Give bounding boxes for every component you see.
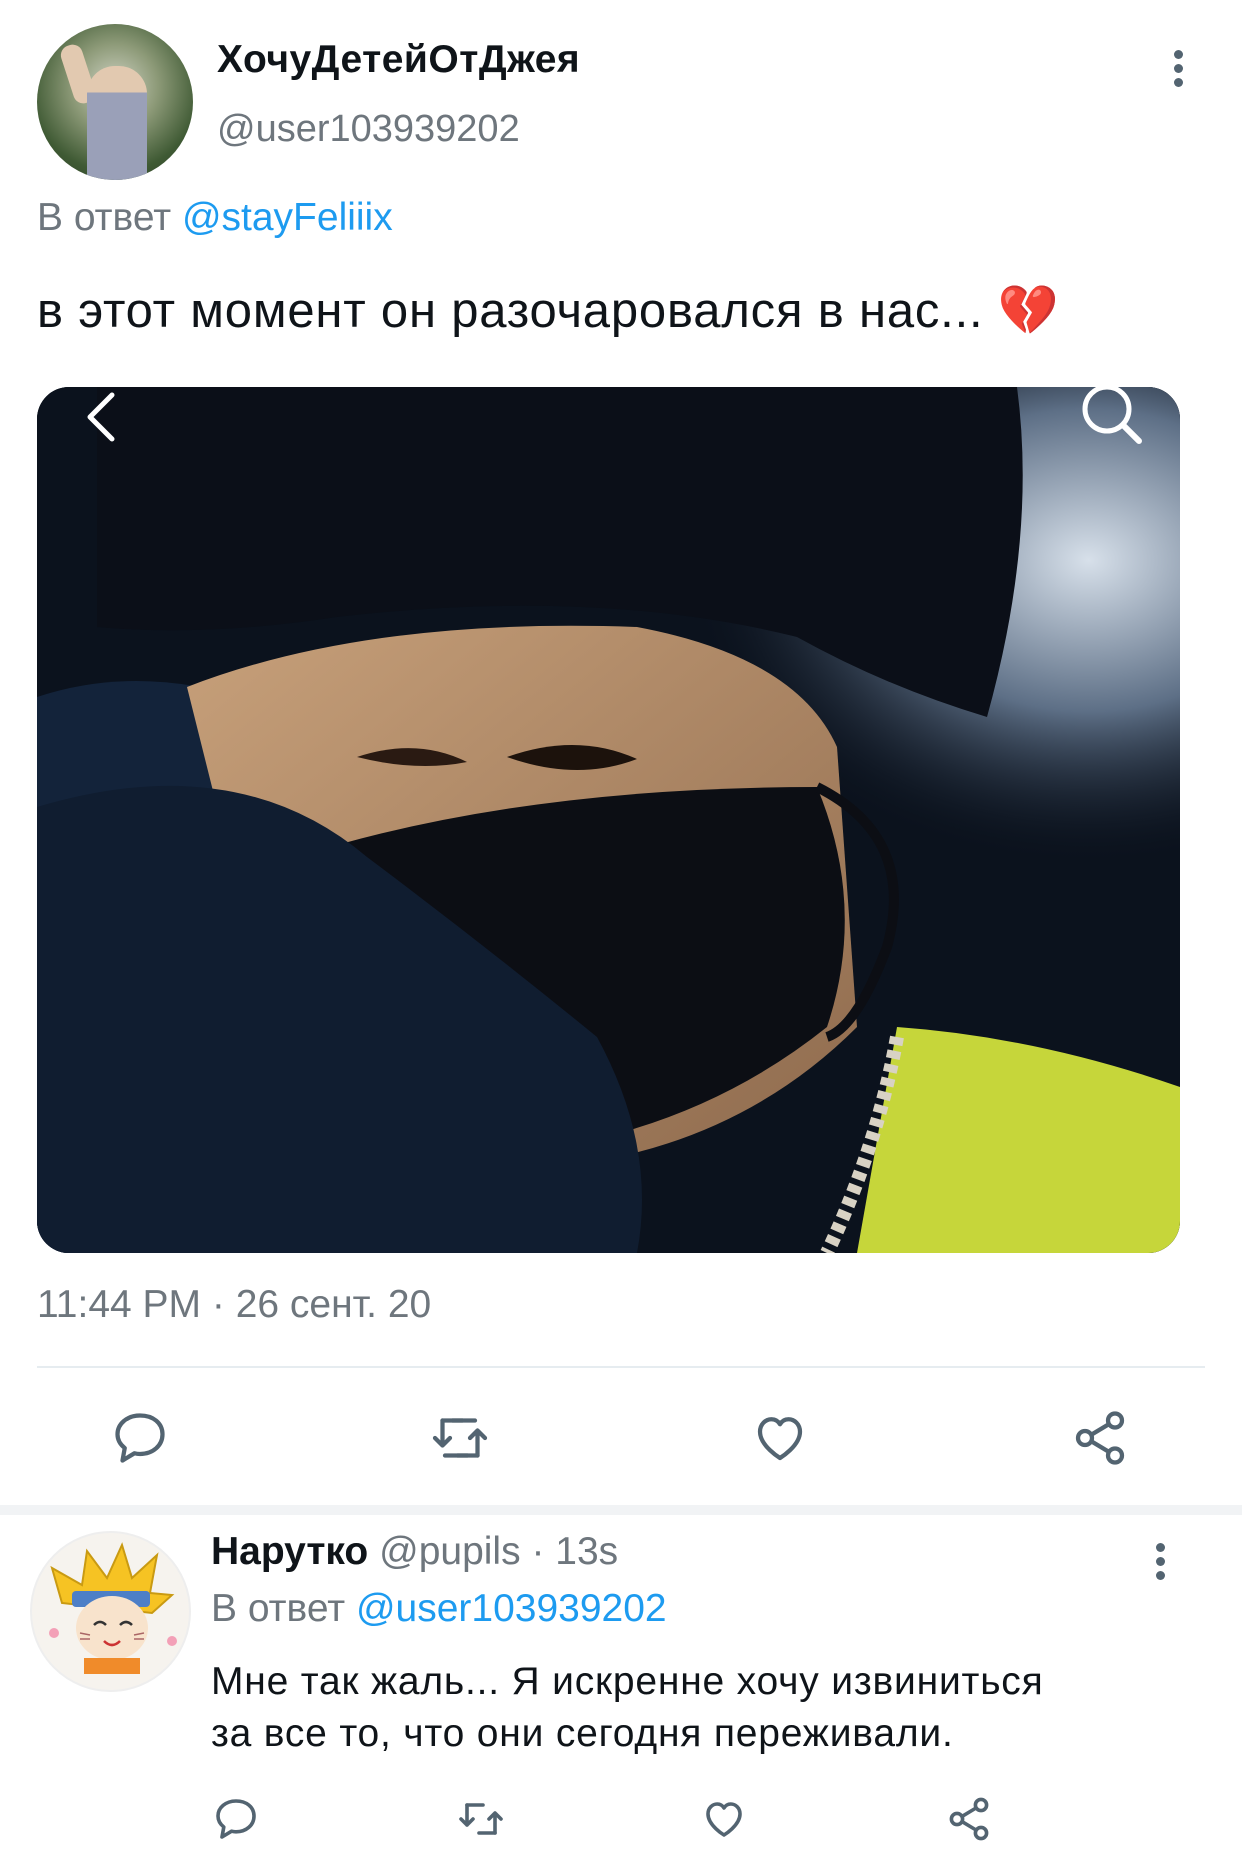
- reply-prefix: В ответ: [211, 1587, 346, 1630]
- tweet-text: в этот момент он разочаровался в нас... …: [37, 282, 1060, 339]
- avatar-photo-figure: [87, 66, 147, 180]
- reply-reply-icon[interactable]: [212, 1795, 260, 1843]
- reply-to-link[interactable]: @user103939202: [356, 1587, 667, 1630]
- reply-prefix: В ответ: [37, 196, 172, 239]
- reply-separator: ·: [531, 1530, 545, 1573]
- retweet-icon[interactable]: [428, 1408, 492, 1468]
- reply-more-options-icon[interactable]: [1140, 1538, 1180, 1598]
- reply-to-link[interactable]: @stayFeliiix: [182, 196, 393, 239]
- tweet-body: в этот момент он разочаровался в нас...: [37, 284, 998, 338]
- reply-display-name[interactable]: Нарутко: [211, 1530, 368, 1573]
- reply-text-line: за все то, что они сегодня переживали.: [211, 1712, 954, 1755]
- broken-heart-emoji: 💔: [997, 284, 1060, 338]
- tweet-media[interactable]: [37, 387, 1180, 1253]
- divider: [37, 1366, 1205, 1368]
- media-image: [37, 387, 1180, 1253]
- more-options-icon[interactable]: [1158, 45, 1198, 105]
- section-divider: [0, 1505, 1242, 1515]
- reply-context: В ответ @stayFeliiix: [37, 196, 393, 240]
- reply-retweet-icon[interactable]: [455, 1795, 507, 1843]
- reply-share-icon[interactable]: [945, 1795, 993, 1843]
- reply-header: Нарутко @pupils · 13s: [211, 1530, 618, 1574]
- search-icon[interactable]: [1077, 387, 1147, 447]
- reply-text-line: Мне так жаль... Я искренне хочу извинить…: [211, 1660, 1044, 1703]
- share-icon[interactable]: [1070, 1408, 1130, 1468]
- naruto-drawing: [49, 1542, 177, 1674]
- reply-like-icon[interactable]: [700, 1795, 748, 1843]
- display-name[interactable]: ХочуДетейОтДжея: [217, 38, 580, 82]
- reply-text: Мне так жаль... Я искренне хочу извинить…: [211, 1656, 1044, 1760]
- reply-time[interactable]: 13s: [555, 1530, 618, 1573]
- tweet-timestamp[interactable]: 11:44 PM · 26 сент. 20: [37, 1283, 431, 1327]
- reply-icon[interactable]: [110, 1408, 170, 1468]
- like-icon[interactable]: [750, 1408, 810, 1468]
- reply-context: В ответ @user103939202: [211, 1587, 667, 1631]
- reply-avatar[interactable]: [30, 1531, 191, 1692]
- back-arrow-icon[interactable]: [82, 391, 122, 443]
- avatar[interactable]: [37, 24, 193, 180]
- reply-handle[interactable]: @pupils: [379, 1530, 521, 1573]
- user-handle[interactable]: @user103939202: [217, 108, 520, 151]
